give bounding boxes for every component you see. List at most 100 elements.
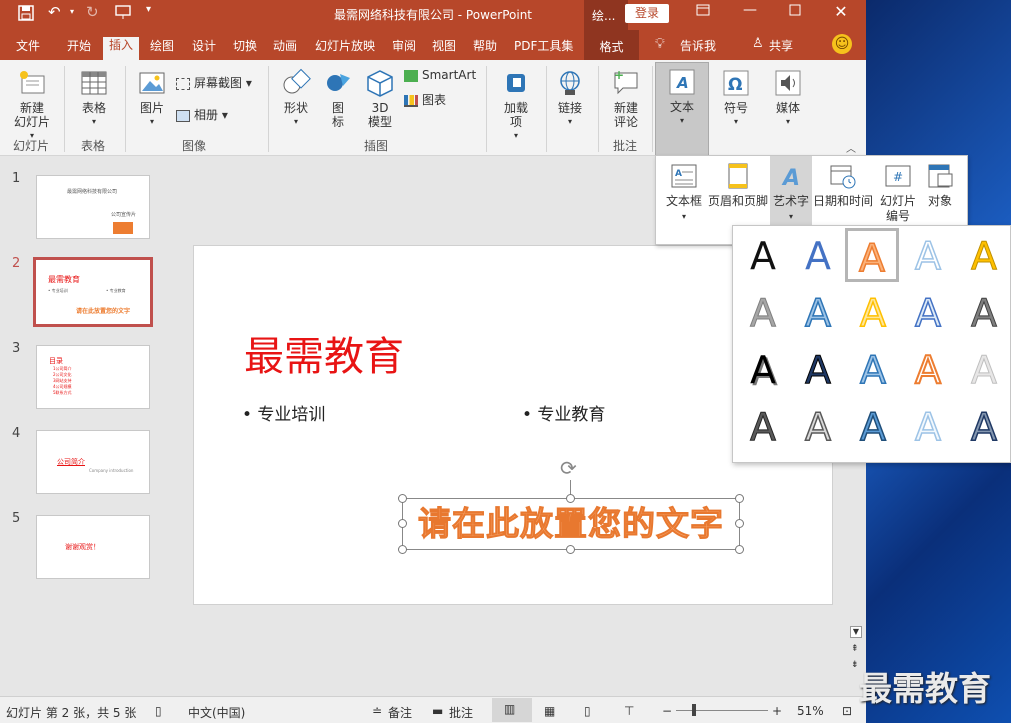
tab-pdf-tools[interactable]: PDF工具集 <box>514 37 573 54</box>
tab-file[interactable]: 文件 <box>16 37 40 54</box>
wordart-textbox[interactable]: 请在此放置您的文字 <box>402 498 740 550</box>
notes-button[interactable]: 备注 <box>388 704 412 721</box>
wordart-style-17[interactable]: A <box>791 400 845 454</box>
date-time-button[interactable]: 日期和时间 <box>812 160 874 209</box>
chart-button[interactable]: 图表 <box>404 91 446 108</box>
tab-draw[interactable]: 绘图 <box>150 37 174 54</box>
resize-handle[interactable] <box>398 519 407 528</box>
ribbon-display-options-icon[interactable] <box>688 4 718 20</box>
wordart-style-10[interactable]: A <box>957 286 1011 340</box>
wordart-style-13[interactable]: A <box>846 343 900 397</box>
wordart-button[interactable]: A 艺术字 ▾ <box>770 156 812 226</box>
table-button[interactable]: 表格 ▾ <box>72 68 116 129</box>
next-slide-icon[interactable]: ⇟ <box>851 660 859 670</box>
symbol-button[interactable]: Ω 符号 ▾ <box>714 68 758 129</box>
maximize-icon[interactable] <box>780 4 810 20</box>
zoom-level[interactable]: 51% <box>797 704 824 718</box>
icons-button[interactable]: 图 标 <box>322 68 354 129</box>
reading-view-icon[interactable]: ▯ <box>584 704 591 718</box>
addins-button[interactable]: 加载 项 ▾ <box>496 68 536 143</box>
wordart-style-15[interactable]: A <box>957 343 1011 397</box>
screenshot-button[interactable]: 屏幕截图 ▾ <box>176 74 252 91</box>
wordart-style-18[interactable]: A <box>846 400 900 454</box>
slide-thumbnail-4[interactable]: 公司简介 Company introduction <box>36 430 150 494</box>
picture-button[interactable]: 图片 ▾ <box>134 68 170 129</box>
wordart-style-19[interactable]: A <box>901 400 955 454</box>
slide-title[interactable]: 最需教育 <box>244 324 404 382</box>
group-label-slides: 幻灯片 <box>13 139 50 153</box>
slide-bullet-1[interactable]: • 专业培训 <box>242 400 325 425</box>
new-comment-button[interactable]: + 新建 评论 <box>604 68 648 129</box>
tab-help[interactable]: 帮助 <box>473 37 497 54</box>
tab-insert[interactable]: 插入 <box>103 37 140 60</box>
scroll-down-arrow-icon[interactable]: ▼ <box>850 626 862 638</box>
slide-sorter-icon[interactable]: ▦ <box>544 704 555 718</box>
collapse-ribbon-icon[interactable]: ︿ <box>846 140 856 155</box>
resize-handle[interactable] <box>398 545 407 554</box>
tab-slideshow[interactable]: 幻灯片放映 <box>315 37 375 54</box>
zoom-in-icon[interactable]: + <box>772 704 782 718</box>
tab-format[interactable]: 格式 <box>584 30 639 60</box>
login-button[interactable]: 登录 <box>625 4 669 23</box>
wordart-style-2[interactable]: A <box>791 229 845 283</box>
resize-handle[interactable] <box>398 494 407 503</box>
zoom-slider-thumb[interactable] <box>692 704 696 716</box>
3d-models-button[interactable]: 3D 模型 <box>360 68 400 129</box>
link-button[interactable]: 链接 ▾ <box>552 68 588 129</box>
wordart-style-5[interactable]: A <box>957 229 1011 283</box>
media-button[interactable]: 媒体 ▾ <box>766 68 810 129</box>
wordart-style-8[interactable]: A <box>846 286 900 340</box>
resize-handle[interactable] <box>735 519 744 528</box>
wordart-style-14[interactable]: A <box>901 343 955 397</box>
comments-button[interactable]: 批注 <box>449 704 473 721</box>
wordart-style-12[interactable]: A <box>791 343 845 397</box>
smartart-button[interactable]: SmartArt <box>404 68 476 82</box>
wordart-style-16[interactable]: A <box>736 400 790 454</box>
slide-number-button[interactable]: # 幻灯片 编号 <box>876 160 920 224</box>
language-status[interactable]: 中文(中国) <box>188 704 245 721</box>
wordart-style-4[interactable]: A <box>901 229 955 283</box>
slide-thumbnail-1[interactable]: 最需网络科技有限公司 公司宣传片 <box>36 175 150 239</box>
slide-thumbnail-2[interactable]: 最需教育 • 专业培训 • 专业教育 请在此放置您的文字 <box>33 257 153 327</box>
shapes-button[interactable]: 形状 ▾ <box>276 68 316 129</box>
new-slide-button[interactable]: 新建 幻灯片 ▾ <box>8 68 56 143</box>
wordart-style-6[interactable]: A <box>736 286 790 340</box>
resize-handle[interactable] <box>566 494 575 503</box>
slideshow-icon[interactable]: ⊤ <box>624 704 634 718</box>
slide-bullet-2[interactable]: • 专业教育 <box>522 400 605 425</box>
tab-design[interactable]: 设计 <box>192 37 216 54</box>
zoom-slider-track[interactable] <box>676 710 768 711</box>
slide-thumbnail-3[interactable]: 目录 1公司简介 2公司文化 3网站支持 4公司规模 5联系方式 <box>36 345 150 409</box>
wordart-style-20[interactable]: A <box>957 400 1011 454</box>
rotate-handle-icon[interactable]: ⟳ <box>560 456 577 480</box>
tab-animations[interactable]: 动画 <box>273 37 297 54</box>
resize-handle[interactable] <box>735 545 744 554</box>
wordart-style-1[interactable]: A <box>736 229 790 283</box>
header-footer-button[interactable]: 页眉和页脚 <box>706 160 770 209</box>
slide-thumbnail-5[interactable]: 谢谢观赏！ <box>36 515 150 579</box>
wordart-style-7[interactable]: A <box>791 286 845 340</box>
close-icon[interactable]: ✕ <box>826 2 856 21</box>
fit-to-window-icon[interactable]: ⊡ <box>842 704 852 718</box>
minimize-icon[interactable]: — <box>735 2 765 18</box>
resize-handle[interactable] <box>735 494 744 503</box>
object-button[interactable]: 对象 <box>922 160 958 209</box>
tell-me-search[interactable]: 告诉我 <box>680 37 716 54</box>
zoom-out-icon[interactable]: − <box>662 704 672 718</box>
wordart-style-11[interactable]: A <box>736 343 790 397</box>
tab-view[interactable]: 视图 <box>432 37 456 54</box>
tab-home[interactable]: 开始 <box>67 37 91 54</box>
text-button[interactable]: A 文本 ▾ <box>655 62 709 156</box>
previous-slide-icon[interactable]: ⇞ <box>851 644 859 654</box>
chart-label: 图表 <box>422 93 447 107</box>
photo-album-button[interactable]: 相册 ▾ <box>176 106 228 123</box>
wordart-style-3[interactable]: A <box>845 228 899 282</box>
tab-transitions[interactable]: 切换 <box>233 37 257 54</box>
share-button[interactable]: 共享 <box>769 37 793 54</box>
textbox-button[interactable]: A 文本框 ▾ <box>660 160 708 224</box>
spellcheck-icon[interactable]: ▯ <box>155 704 162 718</box>
smiley-feedback-icon[interactable]: ☺ <box>832 34 852 54</box>
resize-handle[interactable] <box>566 545 575 554</box>
wordart-style-9[interactable]: A <box>901 286 955 340</box>
tab-review[interactable]: 审阅 <box>392 37 416 54</box>
